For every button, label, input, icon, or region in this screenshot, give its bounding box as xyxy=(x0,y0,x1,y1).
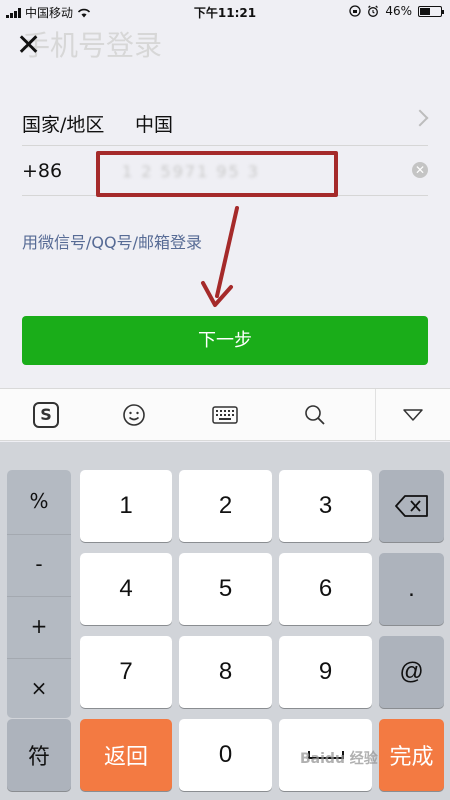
key-4[interactable]: 4 xyxy=(80,553,172,625)
key-backspace[interactable] xyxy=(379,470,444,542)
phone-number-row: +86 ✕ xyxy=(22,146,428,196)
key-7[interactable]: 7 xyxy=(80,636,172,708)
key-0[interactable]: 0 xyxy=(179,719,272,791)
clear-input-icon[interactable]: ✕ xyxy=(412,162,428,178)
backspace-icon xyxy=(394,495,428,517)
space-icon xyxy=(307,751,344,759)
alarm-icon xyxy=(368,5,379,17)
key-3[interactable]: 3 xyxy=(279,470,372,542)
close-icon[interactable]: ✕ xyxy=(16,31,41,61)
battery-percent: 46% xyxy=(385,4,412,18)
numeric-keyboard: % - + × 1 2 3 4 5 6 . 7 8 9 @ 符 返回 0 完成 xyxy=(0,442,450,800)
keyboard-toolbar: S xyxy=(0,388,450,441)
key-plus[interactable]: + xyxy=(7,596,71,654)
country-code-prefix: +86 xyxy=(22,160,63,182)
keyboard-icon[interactable] xyxy=(195,389,255,441)
key-1[interactable]: 1 xyxy=(80,470,172,542)
alt-login-link[interactable]: 用微信号/QQ号/邮箱登录 xyxy=(22,229,202,253)
battery-fill xyxy=(420,7,431,15)
status-bar: 中国移动 下午11:21 46% xyxy=(0,0,450,22)
search-icon[interactable] xyxy=(285,389,345,441)
page-title: 手机号登录 xyxy=(22,29,163,62)
key-dot[interactable]: . xyxy=(379,553,444,625)
battery-icon xyxy=(418,5,444,17)
key-done[interactable]: 完成 xyxy=(379,719,444,791)
country-region-row[interactable]: 国家/地区 中国 xyxy=(22,96,429,146)
status-right: 46% xyxy=(349,4,444,18)
key-5[interactable]: 5 xyxy=(179,553,272,625)
key-2[interactable]: 2 xyxy=(179,470,272,542)
phone-number-input[interactable] xyxy=(122,154,342,188)
sogou-logo-icon[interactable]: S xyxy=(16,389,76,441)
emoji-icon[interactable] xyxy=(104,389,164,441)
hide-keyboard-icon[interactable] xyxy=(375,389,450,441)
key-minus[interactable]: - xyxy=(7,534,71,592)
key-6[interactable]: 6 xyxy=(279,553,372,625)
chevron-right-icon xyxy=(411,109,429,127)
key-symbols[interactable]: 符 xyxy=(7,719,71,791)
country-region-value: 中国 xyxy=(135,114,174,136)
key-multiply[interactable]: × xyxy=(7,658,71,716)
key-9[interactable]: 9 xyxy=(279,636,372,708)
country-region-label: 国家/地区 xyxy=(22,114,105,136)
key-space[interactable] xyxy=(279,719,372,791)
key-at[interactable]: @ xyxy=(379,636,444,708)
key-back[interactable]: 返回 xyxy=(80,719,172,791)
login-screen: 中国移动 下午11:21 46% 手机号登录 ✕ 国家/地区 中国 +86 ✕ … xyxy=(0,0,450,800)
rotation-lock-icon xyxy=(349,5,361,17)
key-percent[interactable]: % xyxy=(7,472,71,530)
next-step-button[interactable]: 下一步 xyxy=(22,316,428,365)
key-8[interactable]: 8 xyxy=(179,636,272,708)
